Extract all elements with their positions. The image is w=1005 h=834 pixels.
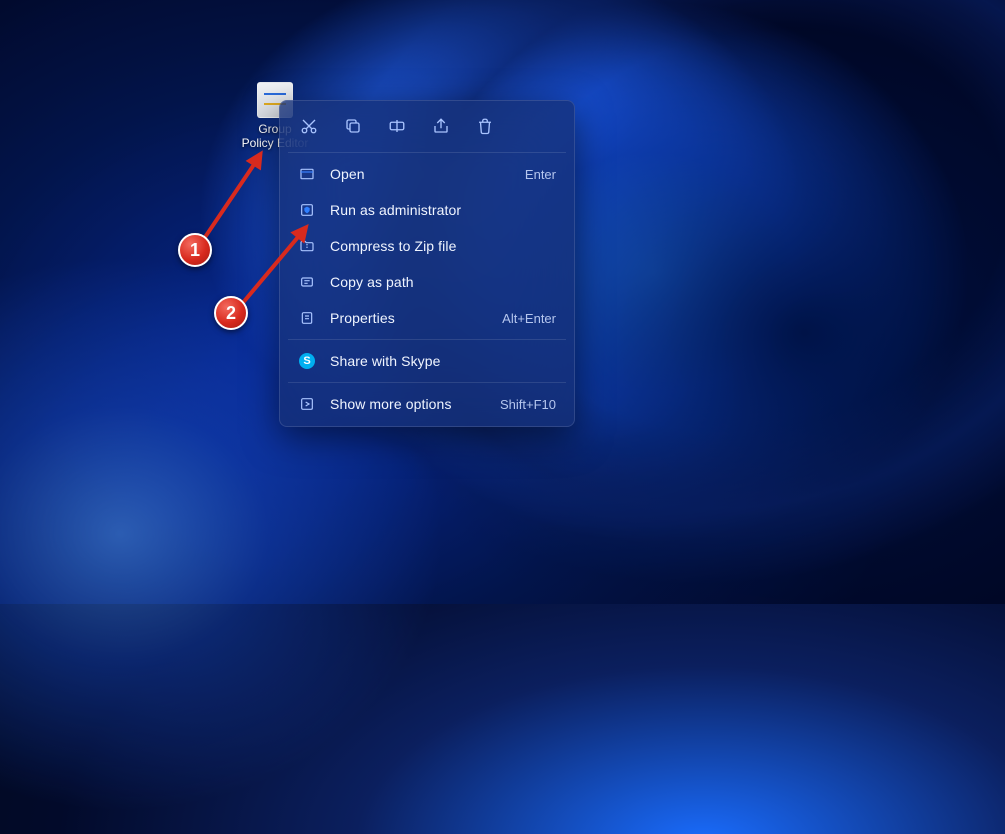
delete-button[interactable] <box>466 109 504 143</box>
shield-icon <box>298 201 316 219</box>
copy-icon <box>344 117 362 135</box>
menu-separator <box>288 339 566 340</box>
menu-properties[interactable]: Properties Alt+Enter <box>286 300 568 336</box>
copy-button[interactable] <box>334 109 372 143</box>
delete-icon <box>476 117 494 135</box>
menu-item-accel: Alt+Enter <box>502 311 556 326</box>
skype-icon: S <box>298 352 316 370</box>
menu-run-as-administrator[interactable]: Run as administrator <box>286 192 568 228</box>
menu-open[interactable]: Open Enter <box>286 156 568 192</box>
menu-item-label: Open <box>330 166 511 182</box>
context-menu-actions-row <box>286 107 568 149</box>
cut-icon <box>300 117 318 135</box>
menu-separator <box>288 152 566 153</box>
annotation-badge-2: 2 <box>214 296 248 330</box>
menu-compress-zip[interactable]: Compress to Zip file <box>286 228 568 264</box>
menu-item-label: Properties <box>330 310 488 326</box>
menu-item-accel: Shift+F10 <box>500 397 556 412</box>
menu-show-more-options[interactable]: Show more options Shift+F10 <box>286 386 568 422</box>
menu-item-label: Copy as path <box>330 274 542 290</box>
menu-item-label: Run as administrator <box>330 202 542 218</box>
rename-button[interactable] <box>378 109 416 143</box>
annotation-badge-1: 1 <box>178 233 212 267</box>
copy-path-icon <box>298 273 316 291</box>
share-icon <box>432 117 450 135</box>
menu-item-accel: Enter <box>525 167 556 182</box>
app-window-icon <box>298 165 316 183</box>
menu-item-label: Show more options <box>330 396 486 412</box>
menu-item-label: Compress to Zip file <box>330 238 542 254</box>
menu-item-label: Share with Skype <box>330 353 542 369</box>
menu-separator <box>288 382 566 383</box>
menu-share-skype[interactable]: S Share with Skype <box>286 343 568 379</box>
menu-copy-as-path[interactable]: Copy as path <box>286 264 568 300</box>
rename-icon <box>388 117 406 135</box>
expand-icon <box>298 395 316 413</box>
properties-icon <box>298 309 316 327</box>
cut-button[interactable] <box>290 109 328 143</box>
context-menu: Open Enter Run as administrator Compress… <box>279 100 575 427</box>
share-button[interactable] <box>422 109 460 143</box>
